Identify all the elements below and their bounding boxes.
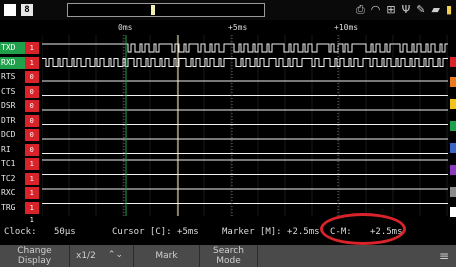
tab-purple[interactable]	[450, 165, 456, 175]
channel-bit-state: 0 0	[25, 143, 39, 166]
tab-gray[interactable]	[450, 187, 456, 197]
status-icons: ⎙ ◠ ⊞ Ψ ✎ ▰ ▮	[356, 2, 452, 18]
time-ruler: 0ms +5ms +10ms	[42, 20, 456, 35]
channel-bit-state: 1 1	[25, 172, 39, 195]
channel-bit-state: 1 1	[25, 201, 39, 224]
channel-count-badge[interactable]: 8	[21, 4, 33, 16]
channel-row-rts[interactable]: RTS 0 0	[0, 70, 42, 93]
sd-card-icon: ▰	[431, 3, 440, 16]
bottom-menu: Change Display x1/2 ⌃⌄ Mark Search Mode …	[0, 245, 456, 267]
capture-overview-bar[interactable]	[67, 3, 265, 17]
logic-analyzer-screen: 8 ⎙ ◠ ⊞ Ψ ✎ ▰ ▮ 0ms +5ms +10ms TXD1 1RXD…	[0, 0, 456, 267]
channel-bit-state: 1 1	[25, 158, 39, 180]
mark-button[interactable]: Mark	[134, 245, 200, 267]
channel-label: TC2	[1, 173, 16, 183]
channel-color-tabs	[450, 35, 456, 217]
channel-label: DSR	[1, 101, 16, 110]
usb-icon: Ψ	[401, 3, 411, 16]
channel-bit-state: 0 0	[25, 114, 39, 137]
tab-orange[interactable]	[450, 77, 456, 87]
tab-white[interactable]	[450, 207, 456, 217]
channel-label: RXD	[0, 56, 25, 69]
zoom-selector[interactable]: x1/2 ⌃⌄	[70, 245, 134, 267]
channel-bit-state: 0 0	[25, 129, 39, 151]
top-status-bar: 8 ⎙ ◠ ⊞ Ψ ✎ ▰ ▮	[0, 0, 456, 20]
channel-bit-state: 0 0	[25, 100, 39, 122]
run-stop-indicator[interactable]	[4, 4, 16, 16]
channel-label: RTS	[1, 72, 16, 81]
channel-row-tc1[interactable]: TC1 1 1	[0, 157, 42, 180]
ruler-label-10ms: +10ms	[334, 23, 359, 32]
printer-icon: ⎙	[355, 3, 365, 16]
cursor-readout: Cursor [C]: +5ms	[112, 227, 199, 237]
wifi-icon: ◠	[370, 3, 381, 16]
channel-label: TC1	[1, 159, 16, 168]
waveform-display[interactable]	[42, 35, 448, 216]
tab-blue[interactable]	[450, 143, 456, 153]
pen-icon: ✎	[416, 3, 426, 16]
waveform-area[interactable]: TXD1 1RXD1 1RTS0 0CTS0 0DSR0 0DTR0 0DCD0…	[0, 35, 456, 224]
marker-readout: Marker [M]: +2.5ms	[222, 227, 320, 237]
network-icon: ⊞	[386, 3, 396, 16]
channel-row-txd[interactable]: TXD1 1	[0, 41, 42, 64]
channel-row-rxc[interactable]: RXC 1 1	[0, 186, 42, 209]
channel-bit-state: 0 0	[25, 71, 39, 93]
channel-label: TXD	[0, 42, 25, 54]
search-mode-button[interactable]: Search Mode	[200, 245, 258, 267]
signal-wave-txd	[42, 43, 448, 53]
tab-green[interactable]	[450, 121, 456, 131]
channel-row-ri[interactable]: RI 0 0	[0, 143, 42, 166]
clock-value: 50µs	[54, 227, 76, 237]
battery-icon: ▮	[445, 3, 452, 16]
overview-position-marker[interactable]	[151, 5, 155, 15]
tab-yellow[interactable]	[450, 99, 456, 109]
signal-wave-rxd	[42, 58, 448, 67]
channel-label: RXC	[1, 188, 16, 197]
channel-row-rxd[interactable]: RXD1 1	[0, 56, 42, 79]
channel-row-tc2[interactable]: TC2 1 1	[0, 172, 42, 195]
change-display-button[interactable]: Change Display	[0, 245, 70, 267]
channel-row-dtr[interactable]: DTR 0 0	[0, 114, 42, 137]
ruler-label-5ms: +5ms	[228, 23, 248, 32]
channel-bit-state: 1 1	[25, 56, 39, 79]
channel-row-dsr[interactable]: DSR 0 0	[0, 99, 42, 122]
channel-label: DTR	[1, 115, 16, 125]
ruler-label-0ms: 0ms	[118, 23, 133, 32]
tab-red[interactable]	[450, 57, 456, 67]
channel-label: CTS	[1, 86, 16, 96]
channel-row-trg[interactable]: TRG 1 1	[0, 201, 42, 224]
channel-row-dcd[interactable]: DCD 0 0	[0, 128, 42, 151]
updown-chevron-icon: ⌃⌄	[107, 250, 123, 260]
channel-label: RI	[1, 144, 11, 154]
zoom-value: x1/2	[76, 251, 96, 261]
channel-label: DCD	[1, 130, 16, 139]
highlight-circle	[320, 213, 406, 245]
clock-label: Clock:	[4, 227, 37, 237]
menu-spacer	[258, 245, 432, 267]
channel-row-cts[interactable]: CTS 0 0	[0, 85, 42, 108]
channel-bit-state: 0 0	[25, 85, 39, 108]
channel-bit-state: 1 1	[25, 187, 39, 209]
channel-label: TRG	[1, 202, 16, 212]
menu-lines-icon[interactable]: ≡	[432, 245, 456, 267]
channel-bit-state: 1 1	[25, 42, 39, 64]
